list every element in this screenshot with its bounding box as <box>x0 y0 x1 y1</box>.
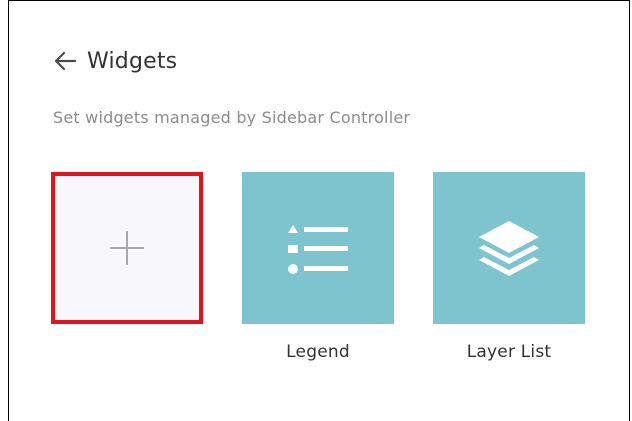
layers-icon <box>479 221 539 276</box>
arrow-left-icon <box>54 51 77 71</box>
layer-list-widget-thumbnail[interactable] <box>433 172 585 324</box>
legend-widget-thumbnail[interactable] <box>242 172 394 324</box>
legend-widget-label: Legend <box>286 342 350 362</box>
legend-icon <box>288 225 348 274</box>
panel-header: Widgets <box>53 44 177 78</box>
layer-list-widget-label: Layer List <box>466 342 552 362</box>
back-button[interactable] <box>53 44 85 78</box>
page-title: Widgets <box>87 48 178 74</box>
panel-description: Set widgets managed by Sidebar Controlle… <box>53 108 411 127</box>
widget-tiles: Legend Layer List <box>51 172 585 362</box>
plus-icon <box>110 231 144 265</box>
widgets-panel: Widgets Set widgets managed by Sidebar C… <box>8 0 630 421</box>
layer-list-widget-tile[interactable]: Layer List <box>433 172 585 362</box>
add-widget-tile[interactable] <box>51 172 203 362</box>
add-widget-button[interactable] <box>51 172 203 324</box>
legend-widget-tile[interactable]: Legend <box>242 172 394 362</box>
